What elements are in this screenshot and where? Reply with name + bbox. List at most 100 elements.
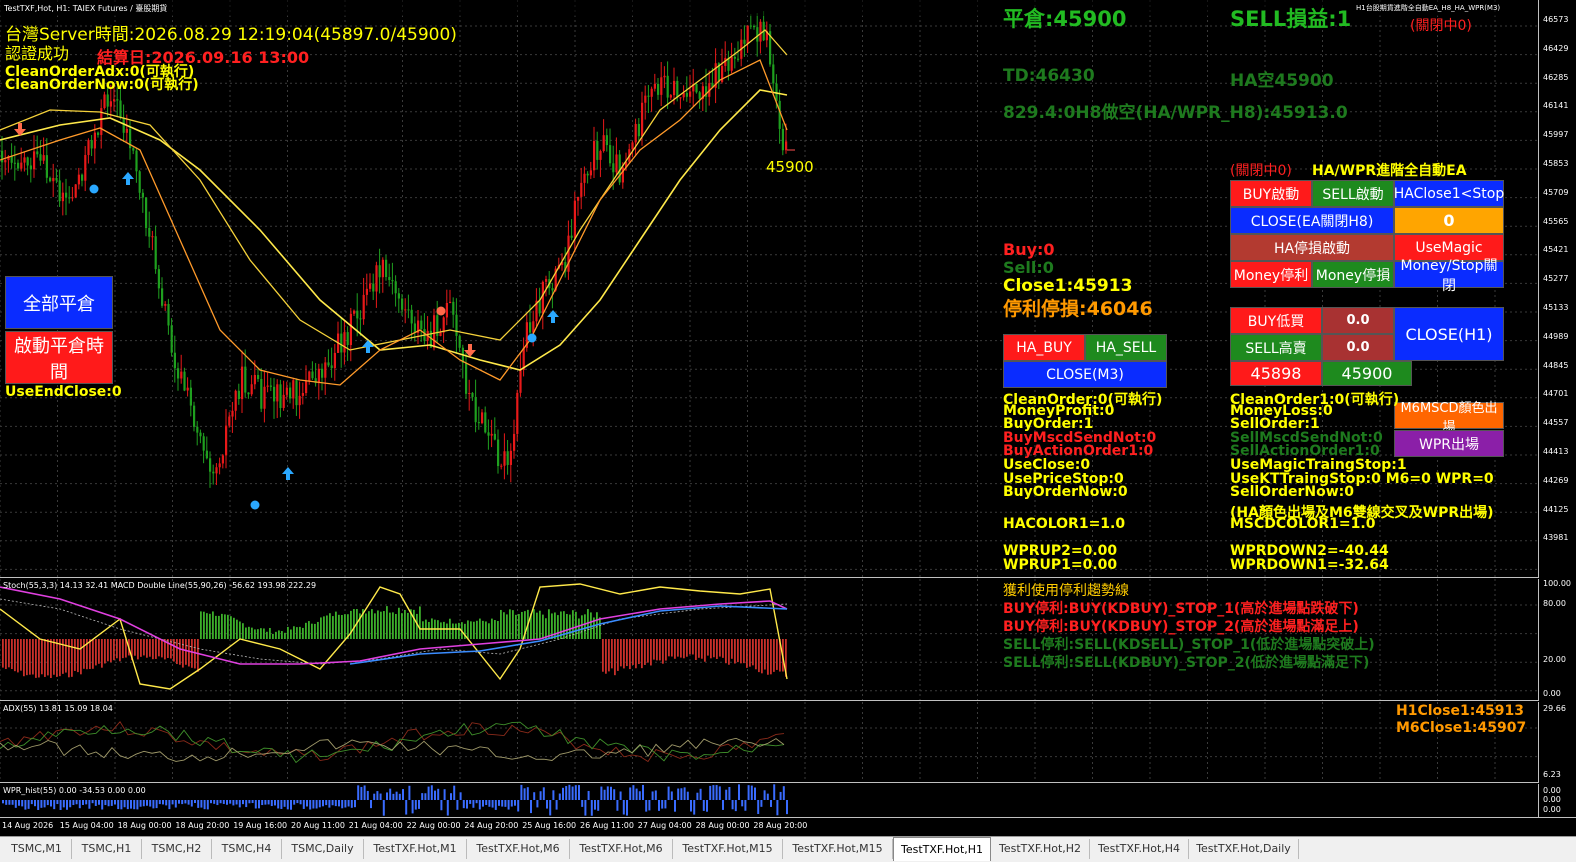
chart-tab[interactable]: TestTXF.Hot,M15 [783, 839, 893, 859]
main-chart-pane[interactable]: TestTXF,Hot, H1: TAIEX Futures / 臺股期貨 H1… [0, 0, 1538, 578]
chart-tab[interactable]: TestTXF.Hot,M1 [364, 839, 467, 859]
wpr-bar [651, 791, 654, 800]
wpr-bar [731, 800, 734, 810]
candle-body [637, 123, 640, 137]
close-ea-button[interactable]: CLOSE(EA關閉H8) [1230, 207, 1394, 234]
wpr-bar [5, 800, 8, 805]
wpr-bar [277, 800, 280, 809]
m6-close: M6Close1:45907 [1396, 720, 1527, 736]
wpr-bar [619, 791, 622, 800]
wpr-bar [757, 800, 760, 814]
wpr-pane[interactable]: WPR_hist(55) 0.00 -34.53 0.00 0.00 [0, 784, 1538, 817]
macd-bar [722, 639, 724, 658]
wpr-bar [658, 800, 660, 811]
macd-bar [137, 639, 139, 660]
money-stop-close-button[interactable]: Money/Stop關閉 [1394, 258, 1504, 294]
sell-high-input[interactable]: 0.0 [1322, 334, 1394, 361]
candle-body [87, 140, 90, 156]
chart-tab[interactable]: TSMC,H1 [72, 839, 142, 859]
sell-high-button[interactable]: SELL高賣 [1230, 334, 1322, 361]
chart-tab[interactable]: TestTXF.Hot,H4 [1090, 839, 1189, 859]
macd-bar [701, 639, 703, 659]
wpr-exit-button[interactable]: WPR出場 [1394, 430, 1504, 457]
wpr-bar [107, 800, 110, 807]
wpr-bar [750, 785, 753, 800]
macd-bar [479, 618, 481, 639]
chart-tab[interactable]: TSMC,H4 [212, 839, 282, 859]
candle-body [263, 386, 266, 409]
time-scale[interactable]: 14 Aug 2026 15 Aug 04:00 18 Aug 00:00 18 Au… [0, 817, 1576, 836]
macd-bar [659, 639, 661, 661]
wpr-bar [56, 800, 59, 805]
ha-stop-button[interactable]: HA停損啟動 [1230, 234, 1394, 261]
money-tp-button[interactable]: Money停利 [1230, 261, 1312, 288]
candle-body [225, 425, 228, 456]
close-all-button[interactable]: 全部平倉 [5, 276, 113, 329]
stoch-tick: 80.00 [1543, 599, 1566, 608]
wpr-bar [517, 800, 520, 812]
candle-body [183, 371, 186, 391]
buy-low-button[interactable]: BUY低買 [1230, 307, 1322, 334]
price-tick: 45277 [1543, 274, 1569, 284]
chart-tab[interactable]: TestTXF.Hot,Daily [1189, 839, 1299, 859]
buy-low-input[interactable]: 0.0 [1322, 307, 1394, 334]
window-title: TestTXF,Hot, H1: TAIEX Futures / 臺股期貨 [4, 4, 168, 13]
chart-tab[interactable]: TSMC,H2 [142, 839, 212, 859]
money-sl-button[interactable]: Money停損 [1312, 261, 1394, 288]
buy-start-button[interactable]: BUY啟動 [1230, 180, 1312, 207]
wpr-bar [117, 800, 120, 810]
candle-body [410, 309, 413, 324]
macd-bar [20, 639, 22, 671]
m6-macd-exit-button[interactable]: M6MSCD顏色出場 [1394, 401, 1504, 435]
chart-tab[interactable]: TestTXF.Hot,H1 [893, 837, 991, 861]
macd-bar [95, 639, 97, 666]
haclose-stop-button[interactable]: HAClose1<Stop [1394, 180, 1504, 207]
price-tick: 44845 [1543, 360, 1569, 370]
wpr-bar [459, 792, 462, 800]
adx-pane[interactable]: ADX(55) 13.81 15.09 18.04 H1Close1:45913… [0, 702, 1538, 783]
start-close-time-button[interactable]: 啟動平倉時間 [5, 331, 113, 384]
macd-bar [668, 639, 670, 657]
candle-body [455, 314, 458, 336]
candle-body [138, 171, 141, 193]
macd-bar [158, 639, 160, 657]
wpr-bar [360, 786, 363, 800]
sell-start-button[interactable]: SELL啟動 [1312, 180, 1394, 207]
candle-body [321, 368, 324, 378]
chart-tab[interactable]: TestTXF.Hot,M6 [570, 839, 673, 859]
wpr-bar [66, 800, 68, 810]
candle-body [199, 432, 202, 437]
wpr-bar [485, 800, 488, 806]
chart-tab[interactable]: TestTXF.Hot,H2 [991, 839, 1090, 859]
ha-buy-button[interactable]: HA_BUY [1003, 334, 1085, 361]
macd-bar [194, 639, 196, 669]
wpr-bar [533, 792, 536, 800]
wpr-bar [478, 800, 481, 810]
macd-bar [323, 616, 325, 639]
chart-tab[interactable]: TSMC,Daily [282, 839, 364, 859]
buy-arrow-icon [122, 172, 134, 185]
stoch-macd-pane[interactable]: Stoch(55,3,3) 14.13 32.41 MACD Double Li… [0, 579, 1538, 701]
close-h1-button[interactable]: CLOSE(H1) [1394, 307, 1504, 361]
ha-sell-button[interactable]: HA_SELL [1085, 334, 1167, 361]
ha-empty: HA空45900 [1230, 71, 1334, 91]
chart-tab[interactable]: TestTXF.Hot,M6 [467, 839, 570, 859]
sell-pnl: SELL損益:1 [1230, 7, 1352, 31]
candle-body [4, 160, 7, 163]
chart-tab[interactable]: TestTXF.Hot,M15 [673, 839, 783, 859]
macd-bar [581, 615, 583, 639]
wpr-bar [389, 788, 392, 800]
macd-bar [266, 631, 268, 639]
close-m3-button[interactable]: CLOSE(M3) [1003, 361, 1167, 388]
candle-body [228, 416, 231, 426]
chart-tab[interactable]: TSMC,M1 [2, 839, 72, 859]
counter-value[interactable]: 0 [1394, 207, 1504, 234]
macd-bar [29, 639, 31, 675]
macd-bar [281, 631, 283, 639]
price-scale[interactable]: 46573 46429 46285 46141 45997 45853 45709 45565… [1538, 0, 1576, 578]
wpr-bar [213, 800, 216, 804]
candle-body [141, 192, 144, 198]
macd-bar [614, 639, 616, 676]
macd-bar [212, 611, 214, 639]
candle-body [148, 227, 151, 237]
